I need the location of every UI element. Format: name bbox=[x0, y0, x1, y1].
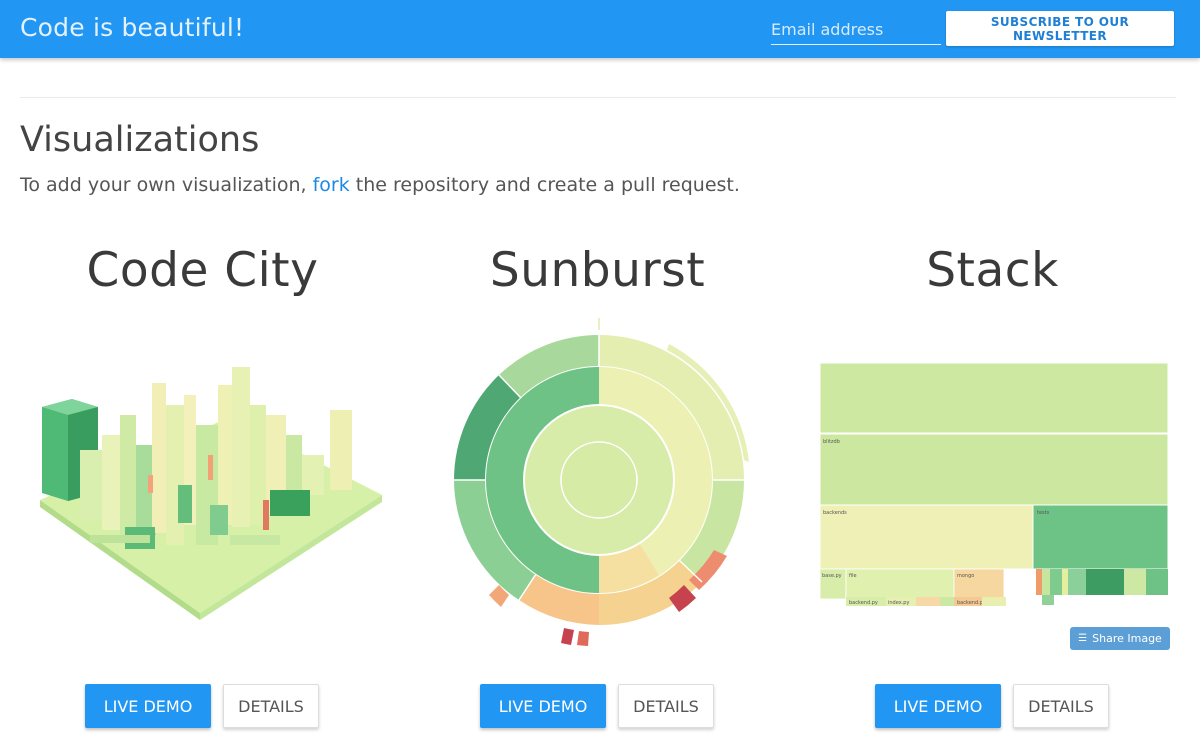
section-title: Visualizations bbox=[20, 120, 260, 160]
card-title-sunburst: Sunburst bbox=[489, 243, 706, 298]
stack-label-mongo: mongo bbox=[957, 573, 974, 579]
stack-label-file: file bbox=[849, 573, 857, 579]
intro-text: To add your own visualization, fork the … bbox=[20, 174, 740, 196]
live-demo-button-code-city[interactable]: LIVE DEMO bbox=[85, 684, 211, 728]
top-navbar: Code is beautiful! SUBSCRIBE TO OUR NEWS… bbox=[0, 0, 1200, 58]
share-image-button[interactable]: ☰ Share Image bbox=[1070, 627, 1170, 650]
subscribe-button[interactable]: SUBSCRIBE TO OUR NEWSLETTER bbox=[946, 11, 1174, 46]
card-title-stack: Stack bbox=[926, 243, 1059, 298]
live-demo-button-stack[interactable]: LIVE DEMO bbox=[875, 684, 1001, 728]
details-button-code-city[interactable]: DETAILS bbox=[223, 684, 319, 728]
share-image-label: Share Image bbox=[1092, 632, 1162, 645]
stack-label-index-py: index.py bbox=[888, 600, 909, 606]
details-button-sunburst[interactable]: DETAILS bbox=[618, 684, 714, 728]
divider bbox=[20, 97, 1176, 98]
code-city-image[interactable] bbox=[30, 355, 390, 620]
sunburst-image[interactable] bbox=[448, 318, 754, 648]
stack-label-blitzdb: blitzdb bbox=[823, 439, 840, 445]
live-demo-button-sunburst[interactable]: LIVE DEMO bbox=[480, 684, 606, 728]
email-input[interactable] bbox=[771, 14, 941, 45]
layers-icon: ☰ bbox=[1078, 633, 1088, 644]
stack-image[interactable]: blitzdb backends tests base.py file mong… bbox=[820, 363, 1170, 608]
stack-label-base-py: base.py bbox=[822, 573, 842, 579]
stack-label-backend-py: backend.py bbox=[849, 600, 878, 606]
intro-text-end: the repository and create a pull request… bbox=[349, 174, 740, 196]
fork-link[interactable]: fork bbox=[313, 174, 350, 196]
site-brand[interactable]: Code is beautiful! bbox=[20, 13, 244, 42]
stack-label-tests: tests bbox=[1037, 510, 1050, 516]
stack-label-backends: backends bbox=[823, 510, 847, 516]
intro-text-start: To add your own visualization, bbox=[20, 174, 313, 196]
details-button-stack[interactable]: DETAILS bbox=[1013, 684, 1109, 728]
stack-label-backend-py-2: backend.py bbox=[957, 600, 986, 606]
card-title-code-city: Code City bbox=[86, 243, 319, 298]
